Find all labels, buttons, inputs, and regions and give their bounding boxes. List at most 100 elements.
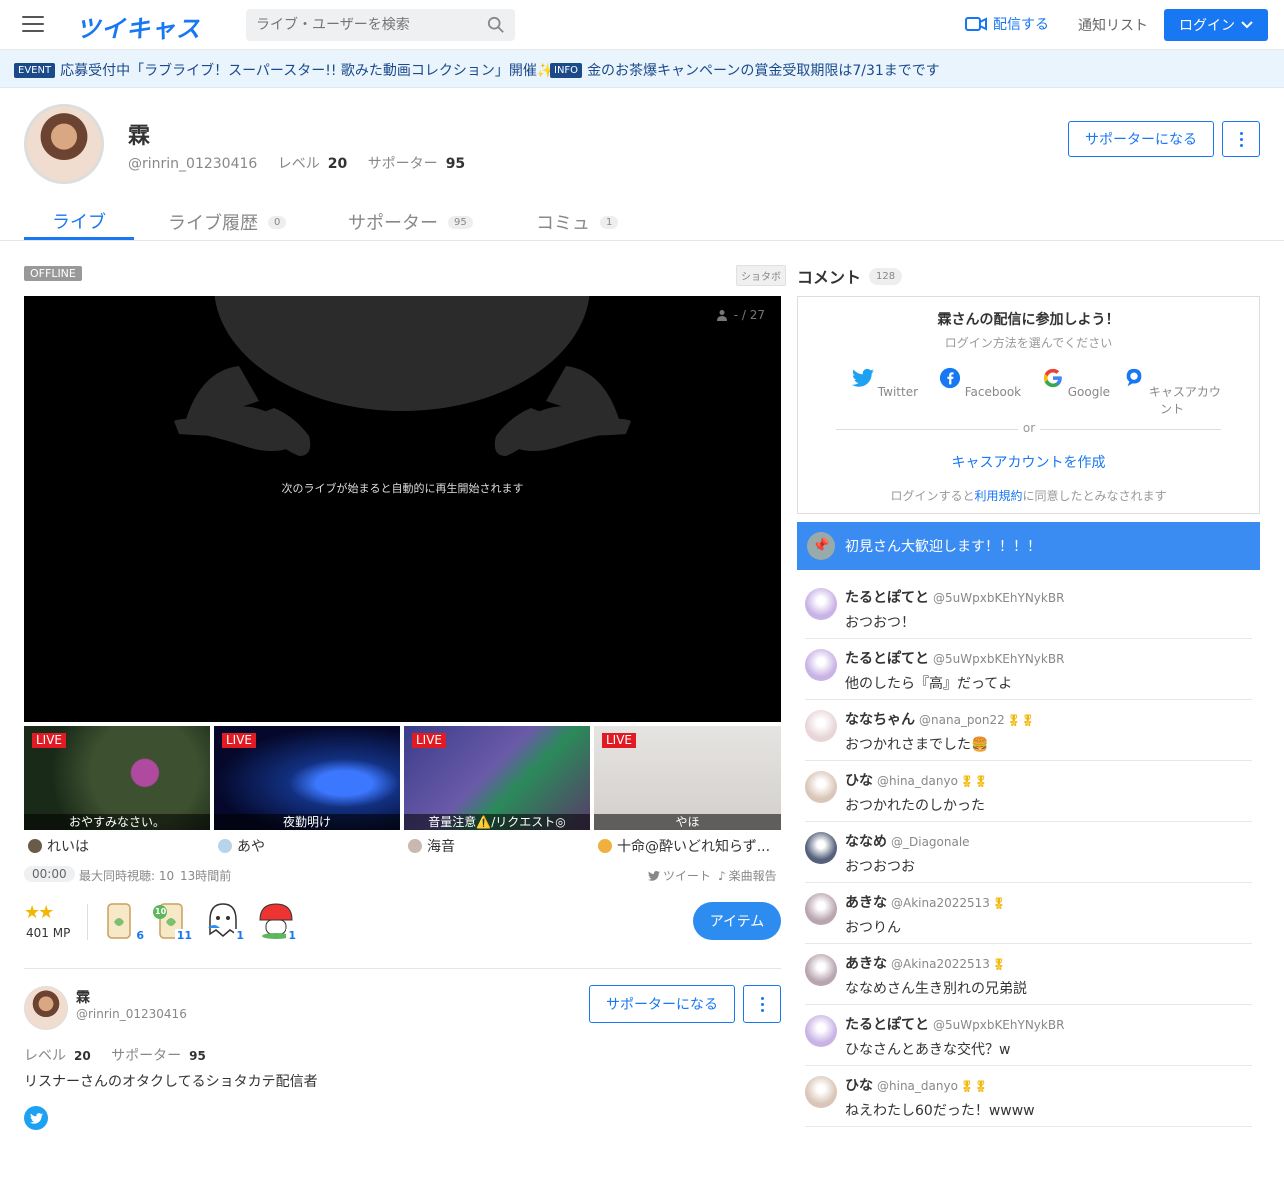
comment-author[interactable]: たるとぽてと @5uWpxbKEhYNykBR: [845, 1014, 1066, 1034]
become-supporter-button[interactable]: サポーターになる: [1068, 121, 1214, 157]
live-caption: 夜勤明け: [214, 814, 400, 830]
tweet-link[interactable]: ツイート: [648, 867, 711, 884]
info-item[interactable]: INFO 金のお茶爆キャンペーンの賞金受取期限は7/31までです: [550, 60, 940, 80]
recommended-live-thumb[interactable]: LIVE 夜勤明け: [214, 726, 400, 830]
mushroom-gift-icon[interactable]: 1: [256, 900, 298, 942]
event-banner: EVENT 応募受付中「ラブライブ！スーパースター!! 歌みた動画コレクション」…: [0, 50, 1284, 88]
level-label: レベル: [24, 1048, 66, 1064]
broadcast-label: 配信する: [993, 17, 1049, 33]
ghost-gift-icon[interactable]: 1: [204, 900, 246, 942]
twitter-icon[interactable]: [24, 1106, 48, 1130]
comment-author-id: @hina_danyo: [877, 774, 958, 788]
tab-live[interactable]: ライブ: [24, 204, 134, 240]
create-account-link[interactable]: キャスアカウントを作成: [798, 452, 1259, 472]
comment-item: あきな @Akina2022513 🎖 ななめさん生き別れの兄弟説: [805, 944, 1252, 1005]
user-avatar: [598, 839, 612, 853]
cas-account-login-button[interactable]: キャスアカウント: [1122, 367, 1222, 417]
supporter-label: サポーター: [111, 1048, 182, 1064]
search-input[interactable]: [256, 15, 476, 35]
recommended-user[interactable]: 十命@酔いどれ知らず...: [598, 836, 781, 856]
medal-icon: 🎖🎖: [959, 1080, 988, 1093]
recommended-user[interactable]: あや: [218, 836, 404, 856]
comment-avatar[interactable]: [805, 832, 837, 864]
live-caption: やほ: [594, 814, 781, 830]
tab-community[interactable]: コミュ 1: [536, 204, 619, 240]
comment-author-id: @5uWpxbKEhYNykBR: [933, 591, 1065, 605]
sns-label: Twitter: [877, 385, 919, 399]
owner-name[interactable]: 霖: [76, 987, 90, 1007]
event-tag: EVENT: [14, 62, 56, 78]
comment-count: 128: [869, 267, 903, 285]
recommended-user[interactable]: れいは: [28, 836, 214, 856]
comment-author[interactable]: あきな @Akina2022513 🎖: [845, 892, 1006, 912]
sns-label: Facebook: [964, 385, 1022, 399]
gift-bundle-badge: 10: [155, 907, 167, 916]
supporter-label: サポーター: [367, 156, 438, 172]
comment-author[interactable]: ひな @hina_danyo 🎖🎖: [845, 1075, 988, 1095]
comment-avatar[interactable]: [805, 649, 837, 681]
comment-author-id: @5uWpxbKEhYNykBR: [933, 652, 1065, 666]
pinned-comment: 📌 初見さん大歓迎します！！！！: [797, 522, 1260, 570]
divider: [87, 904, 88, 940]
owner-bio: リスナーさんのオタクしてるショタカテ配信者: [24, 1074, 318, 1090]
elapsed-time: 00:00: [24, 866, 75, 882]
comment-list[interactable]: たるとぽてと @5uWpxbKEhYNykBR おつおつ！ たるとぽてと @5uWpxb…: [797, 578, 1260, 1138]
tab-supporters[interactable]: サポーター 95: [348, 204, 473, 240]
menu-icon[interactable]: [22, 16, 44, 34]
comment-avatar[interactable]: [805, 588, 837, 620]
twitter-icon: [648, 870, 660, 881]
search-icon[interactable]: [487, 16, 505, 34]
tab-live-history[interactable]: ライブ履歴 0: [168, 204, 287, 240]
song-report-link[interactable]: ♪ 楽曲報告: [718, 867, 777, 884]
medal-icon: 🎖: [991, 958, 1006, 971]
comment-author[interactable]: たるとぽてと @5uWpxbKEhYNykBR: [845, 648, 1066, 668]
search-box[interactable]: [246, 9, 515, 41]
login-prompt-panel: 霖さんの配信に参加しよう！ ログイン方法を選んでください Twitter Fac…: [797, 296, 1260, 514]
user-name: れいは: [47, 839, 89, 855]
tea-gift-icon[interactable]: 6: [104, 900, 146, 942]
tab-label: サポーター: [348, 213, 438, 234]
comment-author[interactable]: ひな @hina_danyo 🎖🎖: [845, 770, 988, 790]
tea-bundle-gift-icon[interactable]: 10 11: [152, 900, 194, 942]
login-button[interactable]: ログイン: [1164, 9, 1268, 41]
comment-avatar[interactable]: [805, 710, 837, 742]
google-login-button[interactable]: Google: [1026, 367, 1126, 399]
owner-avatar[interactable]: [24, 986, 68, 1030]
comment-text: ななめさん生き別れの兄弟説: [845, 981, 1027, 997]
mp-label: 401 MP: [26, 926, 71, 940]
broadcast-button[interactable]: 配信する: [965, 14, 1049, 34]
category-tag[interactable]: ショタボ: [736, 265, 786, 286]
comment-author[interactable]: ななめ @_Diagonale: [845, 831, 972, 851]
profile-avatar: [24, 104, 104, 184]
comment-avatar[interactable]: [805, 1015, 837, 1047]
comment-text: おつかれさまでした🍔: [845, 737, 989, 753]
twitter-login-button[interactable]: Twitter: [835, 367, 935, 399]
comment-author-name: ななめ: [845, 834, 887, 850]
comment-text: ひなさんとあきな交代？w: [845, 1042, 1011, 1058]
comment-avatar[interactable]: [805, 1076, 837, 1108]
more-options-button[interactable]: [743, 985, 781, 1023]
recommended-live-thumb[interactable]: LIVE 音量注意⚠️/リクエスト◎: [404, 726, 590, 830]
comment-text: ねえわたし60だった！wwww: [845, 1103, 1035, 1119]
event-item[interactable]: EVENT 応募受付中「ラブライブ！スーパースター!! 歌みた動画コレクション」…: [14, 60, 554, 80]
become-supporter-button[interactable]: サポーターになる: [589, 985, 735, 1023]
info-tag: INFO: [550, 62, 583, 78]
terms-link[interactable]: 利用規約: [974, 489, 1022, 503]
recommended-live-thumb[interactable]: LIVE やほ: [594, 726, 781, 830]
recommended-live-thumb[interactable]: LIVE おやすみなさい。: [24, 726, 210, 830]
comment-avatar[interactable]: [805, 954, 837, 986]
comment-author[interactable]: あきな @Akina2022513 🎖: [845, 953, 1006, 973]
notification-list-link[interactable]: 通知リスト: [1078, 15, 1148, 35]
recommended-user[interactable]: 海音: [408, 836, 594, 856]
tab-count: 0: [268, 215, 287, 229]
comment-avatar[interactable]: [805, 771, 837, 803]
item-button[interactable]: アイテム: [693, 902, 781, 940]
comment-author[interactable]: たるとぽてと @5uWpxbKEhYNykBR: [845, 587, 1066, 607]
facebook-login-button[interactable]: Facebook: [930, 367, 1030, 399]
video-player[interactable]: - / 27 次のライブが始まると自動的に再生開始されます: [24, 296, 781, 722]
more-options-button[interactable]: [1222, 121, 1260, 157]
comment-author[interactable]: ななちゃん @nana_pon22 🎖🎖: [845, 709, 1035, 729]
site-logo[interactable]: ツイキャス: [76, 9, 201, 44]
terms-notice: ログインすると利用規約に同意したとみなされます: [798, 487, 1259, 504]
comment-avatar[interactable]: [805, 893, 837, 925]
